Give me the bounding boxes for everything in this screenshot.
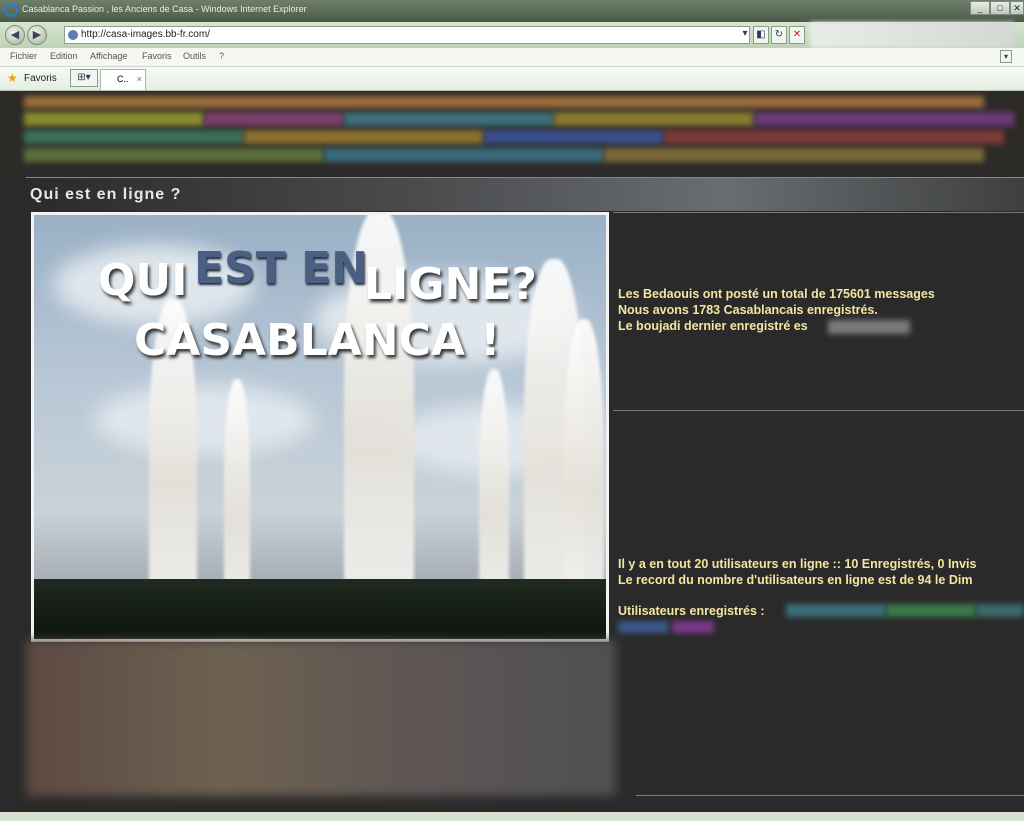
stop-icon: ✕ (792, 29, 802, 40)
favorites-star-icon: ★ (7, 71, 18, 85)
menu-outils[interactable]: Outils (183, 51, 206, 61)
chevron-down-icon: ▾ (742, 28, 748, 39)
image-text-qui: QUI (98, 255, 188, 306)
window-title: Casablanca Passion , les Anciens de Casa… (22, 4, 307, 14)
blurred-user-link[interactable] (976, 604, 1024, 617)
stat-last-registered: Le boujadi dernier enregistré es (618, 319, 808, 333)
compat-icon: ◧ (756, 29, 766, 40)
stat-registered-count: Nous avons 1783 Casablancais enregistrés… (618, 303, 878, 317)
tab-label: C.. (117, 74, 129, 84)
chevron-down-icon: ▾ (1003, 52, 1008, 61)
menu-edition[interactable]: Edition (50, 51, 78, 61)
blurred-banner (4, 92, 1024, 174)
menu-fichier[interactable]: Fichier (10, 51, 37, 61)
grid-icon: ⊞▾ (77, 72, 91, 83)
search-dropdown-button[interactable]: ▾ (1000, 50, 1012, 63)
stat-online-users: Il y a en tout 20 utilisateurs en ligne … (618, 557, 977, 571)
minimize-button[interactable]: _ (970, 1, 990, 15)
forward-button[interactable]: ▶ (27, 25, 47, 45)
divider (636, 795, 1024, 796)
registered-users-label: Utilisateurs enregistrés : (618, 604, 765, 618)
blurred-user-link[interactable] (786, 604, 886, 617)
back-arrow-icon: ◀ (10, 29, 20, 41)
image-text-ligne: LIGNE? (364, 259, 537, 310)
status-bar (0, 812, 1024, 821)
panel-title: Qui est en ligne ? (30, 186, 182, 203)
menu-favoris[interactable]: Favoris (142, 51, 172, 61)
qui-est-en-ligne-image: QUI EST EN LIGNE? CASABLANCA ! (31, 212, 609, 642)
blurred-user-link[interactable] (618, 621, 668, 633)
quick-tabs-button[interactable]: ⊞▾ (70, 69, 98, 87)
divider (613, 410, 1024, 411)
menu-affichage[interactable]: Affichage (90, 51, 127, 61)
menu-help[interactable]: ? (219, 51, 224, 61)
stat-online-record: Le record du nombre d'utilisateurs en li… (618, 573, 973, 587)
address-input[interactable]: http://casa-images.bb-fr.com/ (64, 26, 750, 44)
blurred-content (26, 640, 616, 796)
search-input[interactable] (810, 22, 1014, 48)
blurred-user-link[interactable] (886, 604, 976, 617)
stat-total-messages: Les Bedaouis ont posté un total de 17560… (618, 287, 935, 301)
ie-logo-icon (4, 3, 18, 17)
stop-button[interactable]: ✕ (789, 26, 805, 44)
refresh-icon: ↻ (774, 29, 784, 40)
tab-close-icon[interactable]: × (137, 70, 142, 89)
blurred-user-link[interactable] (672, 621, 714, 633)
favorites-button[interactable]: Favoris (24, 73, 57, 84)
blurred-username[interactable] (828, 320, 910, 334)
image-text-est-en: EST EN (194, 243, 368, 294)
refresh-button[interactable]: ↻ (771, 26, 787, 44)
menu-bar: Fichier Edition Affichage Favoris Outils… (0, 48, 1024, 67)
address-url: http://casa-images.bb-fr.com/ (81, 29, 210, 40)
forward-arrow-icon: ▶ (32, 29, 42, 41)
browser-tab[interactable]: C.. × (100, 69, 146, 90)
close-window-button[interactable]: ✕ (1010, 1, 1024, 15)
compat-view-button[interactable]: ◧ (753, 26, 769, 44)
favorites-bar: ★ Favoris ⊞▾ C.. × (0, 67, 1024, 91)
panel-header: Qui est en ligne ? (26, 177, 1024, 211)
maximize-button[interactable]: □ (990, 1, 1010, 15)
page-globe-icon (68, 30, 78, 40)
window-titlebar: Casablanca Passion , les Anciens de Casa… (0, 0, 1024, 22)
image-text-casablanca: CASABLANCA ! (134, 315, 501, 366)
divider (613, 212, 1024, 213)
address-dropdown-button[interactable]: ▾ (740, 26, 750, 44)
back-button[interactable]: ◀ (5, 25, 25, 45)
